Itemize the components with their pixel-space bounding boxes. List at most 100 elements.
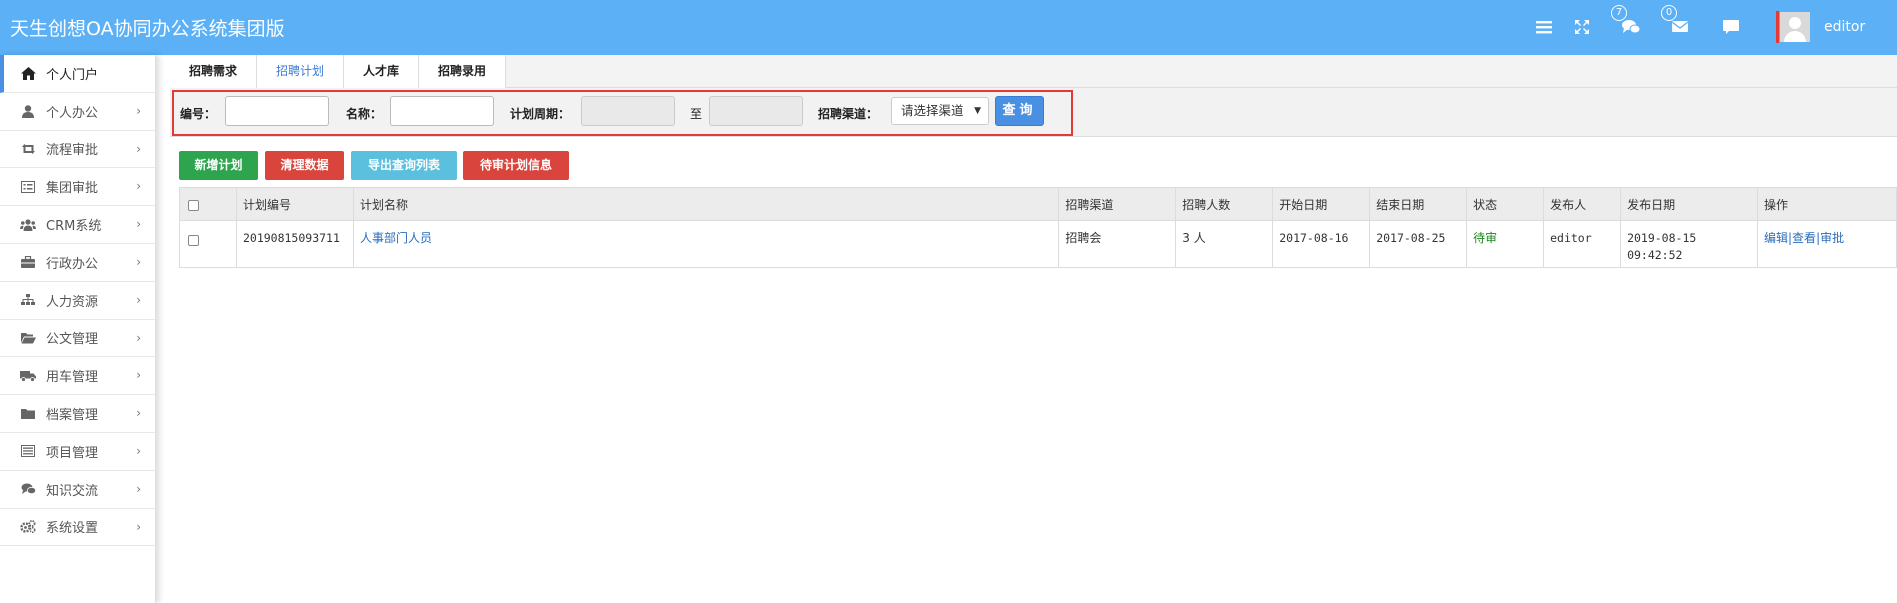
- chevron-right-icon: ›: [136, 368, 141, 383]
- column-header[interactable]: 开始日期: [1272, 187, 1371, 221]
- main-content: 招聘需求 招聘计划 人才库 招聘录用 编号： 名称： 计划周期： 至 招聘渠道：…: [170, 55, 1897, 603]
- period-label: 计划周期：: [510, 107, 571, 121]
- avatar: [1780, 12, 1810, 42]
- status-cell: 待审: [1466, 220, 1545, 268]
- comments-icon: [20, 482, 36, 496]
- view-link[interactable]: 查看: [1792, 231, 1816, 245]
- code-input[interactable]: [225, 96, 329, 126]
- publish-date-cell: 2019-08-15 09:42:52: [1620, 220, 1758, 268]
- briefcase-icon: [20, 255, 36, 269]
- column-header[interactable]: 操作: [1756, 187, 1897, 221]
- period-start-input[interactable]: [581, 96, 675, 126]
- comment-icon[interactable]: [1722, 18, 1742, 38]
- menu-toggle-icon[interactable]: [1535, 18, 1555, 38]
- sidebar-item-personal-office[interactable]: 个人办公 ›: [0, 93, 155, 131]
- period-to-label: 至: [690, 107, 703, 121]
- column-header[interactable]: 计划名称: [352, 187, 1060, 221]
- mail-icon[interactable]: 0: [1661, 5, 1691, 38]
- column-header[interactable]: 结束日期: [1369, 187, 1468, 221]
- chevron-right-icon: ›: [136, 179, 141, 194]
- sidebar-item-vehicles[interactable]: 用车管理 ›: [0, 357, 155, 396]
- end-date-cell: 2017-08-25: [1369, 220, 1468, 268]
- publisher-cell: editor: [1543, 220, 1622, 268]
- chat-icon[interactable]: 7: [1611, 5, 1641, 38]
- tab-recruitment-demand[interactable]: 招聘需求: [170, 55, 258, 88]
- chevron-right-icon: ›: [136, 330, 141, 345]
- sidebar-item-workflow-approval[interactable]: 流程审批 ›: [0, 131, 155, 169]
- tab-bar: 招聘需求 招聘计划 人才库 招聘录用: [170, 55, 1897, 88]
- sidebar-item-group-approval[interactable]: 集团审批 ›: [0, 168, 155, 207]
- sidebar-item-crm[interactable]: CRM系统 ›: [0, 206, 155, 244]
- app-title: 天生创想OA协同办公系统集团版: [10, 18, 285, 40]
- chevron-right-icon: ›: [136, 217, 141, 232]
- sidebar-item-label: 个人办公: [46, 105, 99, 121]
- sidebar-item-archives[interactable]: 档案管理 ›: [0, 395, 155, 433]
- chevron-right-icon: ›: [136, 519, 141, 534]
- sidebar-item-projects[interactable]: 项目管理 ›: [0, 433, 155, 471]
- row-checkbox[interactable]: [188, 235, 199, 246]
- sidebar-item-label: 集团审批: [46, 181, 99, 197]
- sidebar-item-personal-portal[interactable]: 个人门户: [0, 55, 155, 93]
- tab-recruitment-hire[interactable]: 招聘录用: [419, 55, 507, 88]
- channel-select-value: 请选择渠道: [901, 103, 964, 118]
- sidebar-item-label: 流程审批: [46, 143, 99, 159]
- pending-plans-button[interactable]: 待审计划信息: [463, 151, 569, 180]
- retweet-icon: [20, 142, 36, 156]
- column-header[interactable]: 发布人: [1543, 187, 1622, 221]
- edit-link[interactable]: 编辑: [1764, 231, 1788, 245]
- home-icon: [20, 66, 36, 80]
- select-all-checkbox[interactable]: [188, 200, 199, 211]
- table-header-row: 计划编号 计划名称 招聘渠道 招聘人数 开始日期 结束日期 状态 发布人 发布日…: [179, 187, 1897, 221]
- user-menu[interactable]: editor: [1776, 11, 1865, 43]
- list-icon: [20, 444, 36, 458]
- column-header[interactable]: 招聘渠道: [1058, 187, 1177, 221]
- name-label: 名称：: [346, 107, 383, 121]
- tab-talent-pool[interactable]: 人才库: [344, 55, 420, 88]
- approve-link[interactable]: 审批: [1820, 231, 1844, 245]
- column-header[interactable]: 招聘人数: [1175, 187, 1274, 221]
- column-header[interactable]: 计划编号: [235, 187, 354, 221]
- fullscreen-icon[interactable]: [1573, 18, 1593, 38]
- list-alt-icon: [20, 180, 36, 194]
- channel-select[interactable]: 请选择渠道 ▼: [891, 97, 989, 125]
- sidebar-item-label: 系统设置: [46, 521, 99, 537]
- truck-icon: [20, 369, 36, 383]
- sidebar-item-hr[interactable]: 人力资源 ›: [0, 282, 155, 320]
- sidebar-item-label: CRM系统: [46, 219, 102, 235]
- top-bar: 天生创想OA协同办公系统集团版 7 0 editor: [0, 0, 1897, 55]
- chevron-right-icon: ›: [136, 443, 141, 458]
- column-header[interactable]: 发布日期: [1620, 187, 1758, 221]
- row-select-cell: [179, 220, 237, 268]
- chevron-right-icon: ›: [136, 141, 141, 156]
- sidebar-item-label: 人力资源: [46, 294, 99, 310]
- table-row: 20190815093711 人事部门人员 招聘会 3 人 2017-08-16…: [179, 220, 1897, 268]
- status-badge: 待审: [1473, 231, 1498, 245]
- clear-data-button[interactable]: 清理数据: [265, 151, 344, 180]
- channel-label: 招聘渠道：: [818, 107, 879, 121]
- sidebar-item-knowledge[interactable]: 知识交流 ›: [0, 471, 155, 509]
- sidebar-item-label: 行政办公: [46, 256, 99, 272]
- filter-bar: 编号： 名称： 计划周期： 至 招聘渠道： 请选择渠道 ▼ 查询: [170, 88, 1897, 137]
- plan-code-cell: 20190815093711: [235, 220, 354, 268]
- query-button[interactable]: 查询: [995, 96, 1044, 126]
- plan-table: 计划编号 计划名称 招聘渠道 招聘人数 开始日期 结束日期 状态 发布人 发布日…: [179, 187, 1897, 268]
- group-icon: [20, 218, 36, 232]
- chevron-right-icon: ›: [136, 481, 141, 496]
- sidebar-item-settings[interactable]: 系统设置 ›: [0, 509, 155, 547]
- export-list-button[interactable]: 导出查询列表: [351, 151, 457, 180]
- sidebar-item-documents[interactable]: 公文管理 ›: [0, 320, 155, 358]
- publish-date: 2019-08-15: [1627, 231, 1697, 245]
- chevron-right-icon: ›: [136, 103, 141, 118]
- column-header[interactable]: 状态: [1466, 187, 1545, 221]
- period-end-input[interactable]: [709, 96, 803, 126]
- chevron-right-icon: ›: [136, 406, 141, 421]
- name-input[interactable]: [390, 96, 494, 126]
- caret-down-icon: ▼: [974, 106, 981, 116]
- add-plan-button[interactable]: 新增计划: [179, 151, 258, 180]
- sidebar-item-label: 用车管理: [46, 370, 99, 386]
- tab-recruitment-plan[interactable]: 招聘计划: [257, 55, 345, 88]
- sidebar-item-admin-office[interactable]: 行政办公 ›: [0, 244, 155, 282]
- sidebar-item-label: 知识交流: [46, 483, 99, 499]
- sidebar-item-label: 项目管理: [46, 445, 99, 461]
- plan-name-link[interactable]: 人事部门人员: [360, 231, 432, 245]
